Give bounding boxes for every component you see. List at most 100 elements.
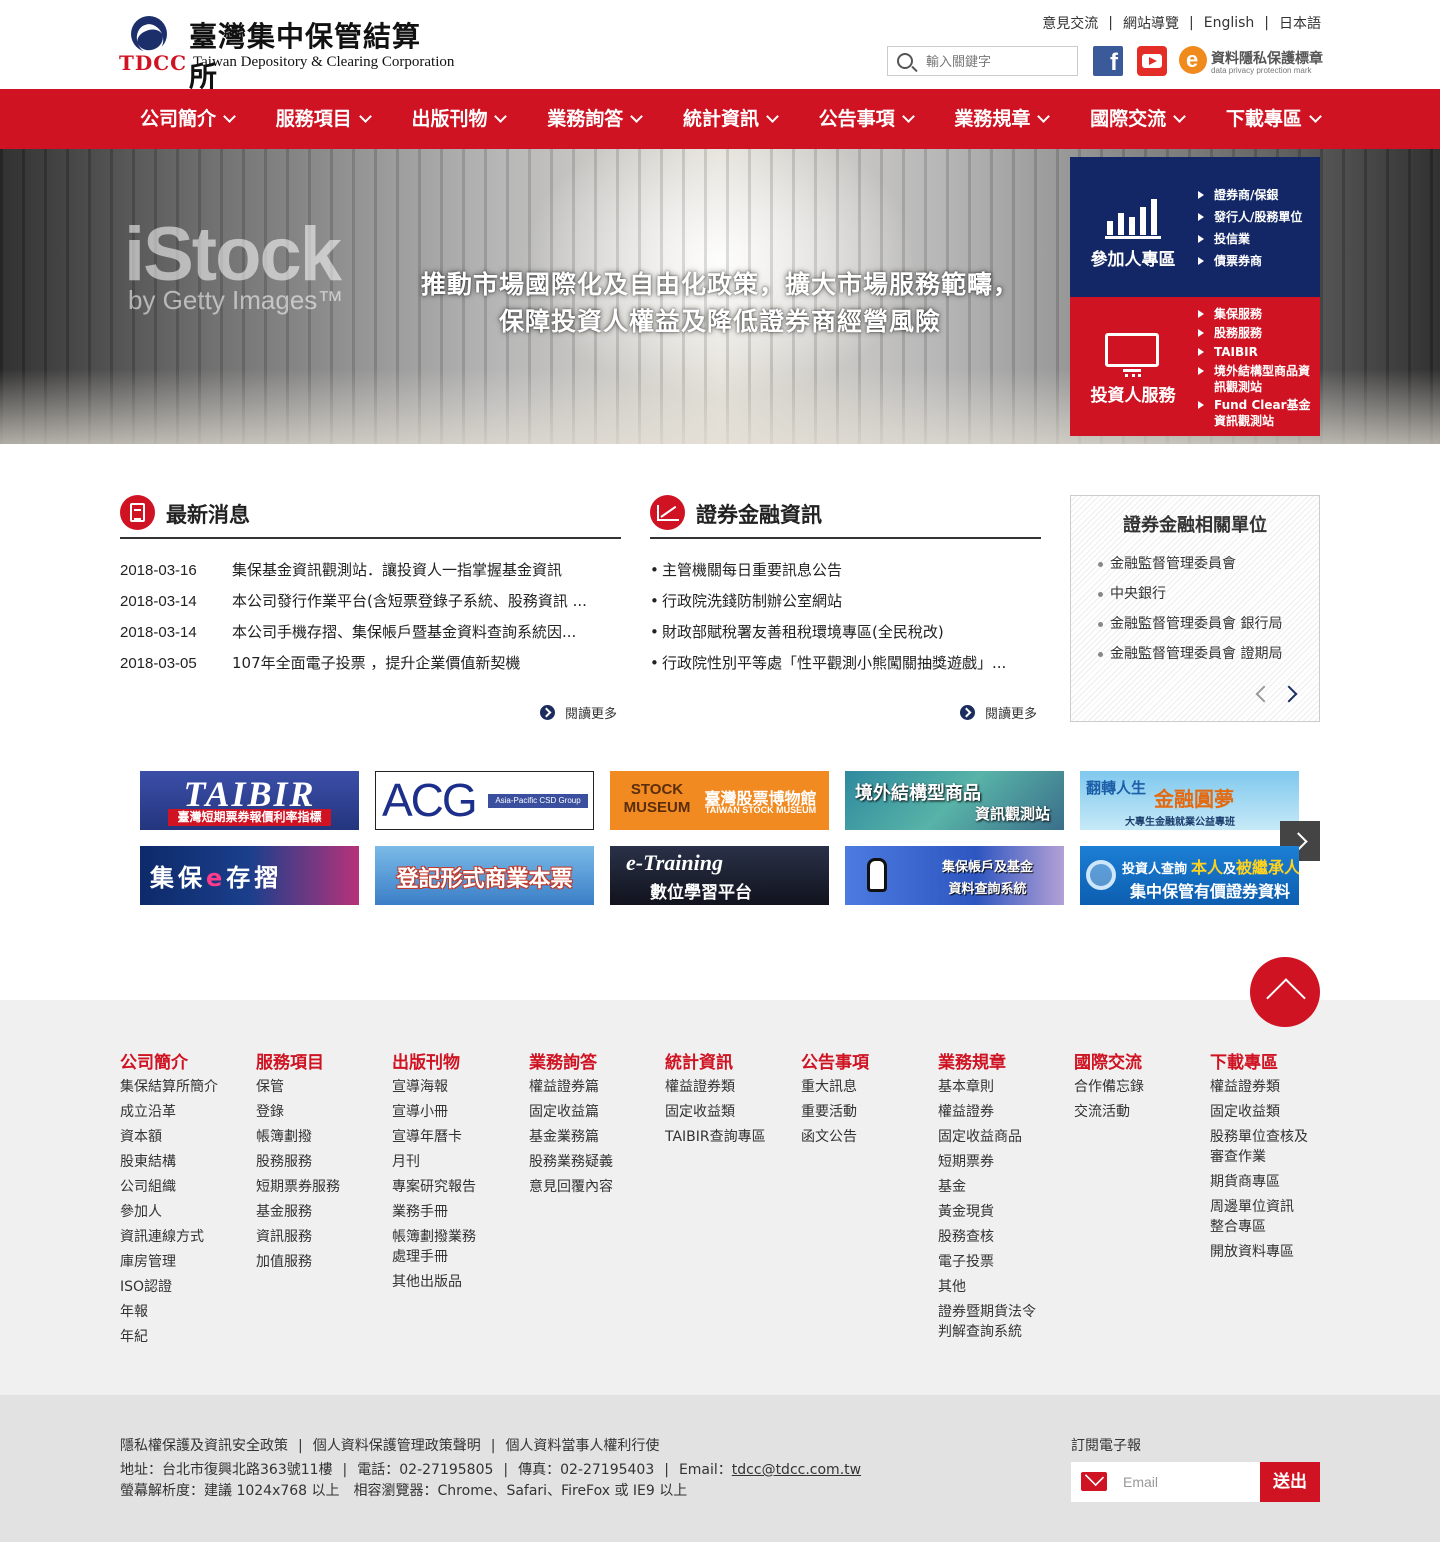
policy-link-rights[interactable]: 個人資料當事人權利行使 [505, 1438, 659, 1454]
finance-item[interactable]: 主管機關每日重要訊息公告 [650, 560, 1041, 591]
sitemap-link[interactable]: 帳簿劃撥 [256, 1127, 386, 1147]
chevron-right-icon[interactable] [1280, 685, 1298, 703]
sitemap-column-title[interactable]: 公告事項 [801, 1051, 931, 1077]
acg-banner[interactable]: ACG Asia-Pacific CSD Group [375, 771, 594, 830]
sitemap-link[interactable]: 交流活動 [1074, 1102, 1204, 1122]
panel-link[interactable]: 境外結構型商品資訊觀測站 [1198, 363, 1316, 397]
sitemap-link[interactable]: 年紀 [120, 1327, 250, 1347]
panel-link[interactable]: TAIBIR [1198, 344, 1316, 363]
related-unit-link[interactable]: 中央銀行 [1098, 586, 1282, 616]
nav-item-downloads[interactable]: 下載專區 [1226, 89, 1322, 149]
commercial-paper-banner[interactable]: 登記形式商業本票 [375, 846, 594, 905]
sitemap-link[interactable]: 月刊 [392, 1152, 522, 1172]
policy-link-privacy[interactable]: 隱私權保護及資訊安全政策 [120, 1438, 288, 1454]
sitemap-link[interactable]: 期貨商專區 [1210, 1172, 1340, 1192]
news-title[interactable]: 本公司手機存摺、集保帳戶暨基金資料查詢系統因... [232, 622, 610, 642]
sitemap-link[interactable]: 固定收益類 [665, 1102, 795, 1122]
subscribe-email-input[interactable] [1123, 1472, 1253, 1492]
panel-link[interactable]: 股務服務 [1198, 325, 1316, 344]
sitemap-link[interactable]: 公司組織 [120, 1177, 250, 1197]
sitemap-link[interactable]: 短期票券服務 [256, 1177, 386, 1197]
news-item[interactable]: 2018-03-14 本公司發行作業平台(含短票登錄子系統、股務資訊 ... [120, 591, 621, 622]
latest-news-more-link[interactable]: 閱讀更多 [540, 703, 617, 722]
search-input[interactable] [926, 51, 1074, 71]
taibir-banner[interactable]: TAIBIR 臺灣短期票券報價利率指標 [140, 771, 359, 830]
sitemap-link[interactable]: 開放資料專區 [1210, 1242, 1340, 1262]
sitemap-link[interactable]: 短期票券 [938, 1152, 1068, 1172]
sitemap-link[interactable]: 專案研究報告 [392, 1177, 522, 1197]
chevron-left-icon[interactable] [1255, 685, 1273, 703]
finance-item[interactable]: 行政院性別平等處「性平觀測小熊闖關抽獎遊戲」... [650, 653, 1041, 684]
sitemap-link[interactable]: 業務手冊 [392, 1202, 522, 1222]
sitemap-link[interactable]: 股務業務疑義 [529, 1152, 659, 1172]
subscribe-submit-button[interactable]: 送出 [1260, 1462, 1320, 1502]
panel-link[interactable]: 集保服務 [1198, 306, 1316, 325]
finance-info-more-link[interactable]: 閱讀更多 [960, 703, 1037, 722]
sitemap-link[interactable]: 基金業務篇 [529, 1127, 659, 1147]
top-link-japanese[interactable]: 日本語 [1279, 13, 1321, 33]
participant-panel-title[interactable]: 參加人專區 [1070, 245, 1196, 270]
sitemap-link[interactable]: 函文公告 [801, 1127, 931, 1147]
investor-panel-title[interactable]: 投資人服務 [1070, 381, 1196, 406]
sitemap-link[interactable]: 集保結算所簡介 [120, 1077, 250, 1097]
finance-item-title[interactable]: 行政院性別平等處「性平觀測小熊闖關抽獎遊戲」... [662, 653, 1034, 673]
sitemap-link[interactable]: 帳簿劃撥業務 處理手冊 [392, 1227, 522, 1267]
finance-item-title[interactable]: 財政部賦稅署友善租稅環境專區(全民稅改) [662, 622, 1034, 642]
sitemap-link[interactable]: 權益證券類 [665, 1077, 795, 1097]
nav-item-statistics[interactable]: 統計資訊 [683, 89, 779, 149]
sitemap-column-title[interactable]: 下載專區 [1210, 1051, 1340, 1077]
sitemap-column-title[interactable]: 國際交流 [1074, 1051, 1204, 1077]
finance-item-title[interactable]: 行政院洗錢防制辦公室網站 [662, 591, 1034, 611]
tdcc-logo[interactable]: TDCC 臺灣集中保管結算所 Taiwan Depository & Clear… [119, 13, 454, 93]
nav-item-announcements[interactable]: 公告事項 [819, 89, 915, 149]
sitemap-link[interactable]: 其他出版品 [392, 1272, 522, 1292]
sitemap-column-title[interactable]: 業務規章 [938, 1051, 1068, 1077]
finance-item[interactable]: 行政院洗錢防制辦公室網站 [650, 591, 1041, 622]
sitemap-link[interactable]: 宣導小冊 [392, 1102, 522, 1122]
news-item[interactable]: 2018-03-16 集保基金資訊觀測站．讓投資人一指掌握基金資訊 [120, 560, 621, 591]
sitemap-link[interactable]: 年報 [120, 1302, 250, 1322]
sitemap-link[interactable]: 保管 [256, 1077, 386, 1097]
top-link-feedback[interactable]: 意見交流 [1042, 13, 1098, 33]
nav-item-about[interactable]: 公司簡介 [140, 89, 236, 149]
search-icon[interactable] [897, 53, 913, 69]
sitemap-link[interactable]: 加值服務 [256, 1252, 386, 1272]
related-unit-link[interactable]: 金融監督管理委員會 證期局 [1098, 646, 1282, 676]
sitemap-link[interactable]: 資本額 [120, 1127, 250, 1147]
sitemap-link[interactable]: TAIBIR查詢專區 [665, 1127, 795, 1147]
sitemap-column-title[interactable]: 業務詢答 [529, 1051, 659, 1077]
panel-link[interactable]: 證券商/保銀 [1198, 187, 1302, 209]
sitemap-link[interactable]: 宣導年曆卡 [392, 1127, 522, 1147]
sitemap-link[interactable]: 固定收益篇 [529, 1102, 659, 1122]
sitemap-link[interactable]: 周邊單位資訊 整合專區 [1210, 1197, 1340, 1237]
sitemap-link[interactable]: 基本章則 [938, 1077, 1068, 1097]
sitemap-link[interactable]: 資訊連線方式 [120, 1227, 250, 1247]
e-passbook-banner[interactable]: 集保e存摺 [140, 846, 359, 905]
panel-link[interactable]: Fund Clear基金資訊觀測站 [1198, 397, 1316, 431]
email-link[interactable]: tdcc@tdcc.com.tw [732, 1462, 861, 1478]
financial-dream-banner[interactable]: 翻轉人生 金融圓夢 大專生金融就業公益專班 [1080, 771, 1299, 830]
sitemap-link[interactable]: 基金服務 [256, 1202, 386, 1222]
sitemap-link[interactable]: 宣導海報 [392, 1077, 522, 1097]
sitemap-link[interactable]: 意見回覆內容 [529, 1177, 659, 1197]
sitemap-link[interactable]: 登錄 [256, 1102, 386, 1122]
offshore-products-banner[interactable]: 境外結構型商品 資訊觀測站 [845, 771, 1064, 830]
related-unit-link[interactable]: 金融監督管理委員會 銀行局 [1098, 616, 1282, 646]
sitemap-link[interactable]: 股務單位查核及 審查作業 [1210, 1127, 1340, 1167]
nav-item-publications[interactable]: 出版刊物 [411, 89, 508, 149]
sitemap-link[interactable]: 固定收益類 [1210, 1102, 1340, 1122]
sitemap-link[interactable]: 電子投票 [938, 1252, 1068, 1272]
sitemap-column-title[interactable]: 服務項目 [256, 1051, 386, 1077]
news-title[interactable]: 107年全面電子投票 ，提升企業價值新契機 [232, 653, 610, 673]
stock-museum-banner[interactable]: STOCK MUSEUM 臺灣股票博物館 TAIWAN STOCK MUSEUM [610, 771, 829, 830]
sitemap-link[interactable]: 股務查核 [938, 1227, 1068, 1247]
sitemap-link[interactable]: ISO認證 [120, 1277, 250, 1297]
nav-item-services[interactable]: 服務項目 [276, 89, 372, 149]
nav-item-faq[interactable]: 業務詢答 [547, 89, 644, 149]
sitemap-link[interactable]: 其他 [938, 1277, 1068, 1297]
sitemap-link[interactable]: 權益證券 [938, 1102, 1068, 1122]
policy-link-personal-data[interactable]: 個人資料保護管理政策聲明 [313, 1438, 481, 1454]
nav-item-international[interactable]: 國際交流 [1090, 89, 1187, 149]
sitemap-column-title[interactable]: 公司簡介 [120, 1051, 250, 1077]
account-inquiry-banner[interactable]: 集保帳戶及基金 資料查詢系統 [845, 846, 1064, 905]
